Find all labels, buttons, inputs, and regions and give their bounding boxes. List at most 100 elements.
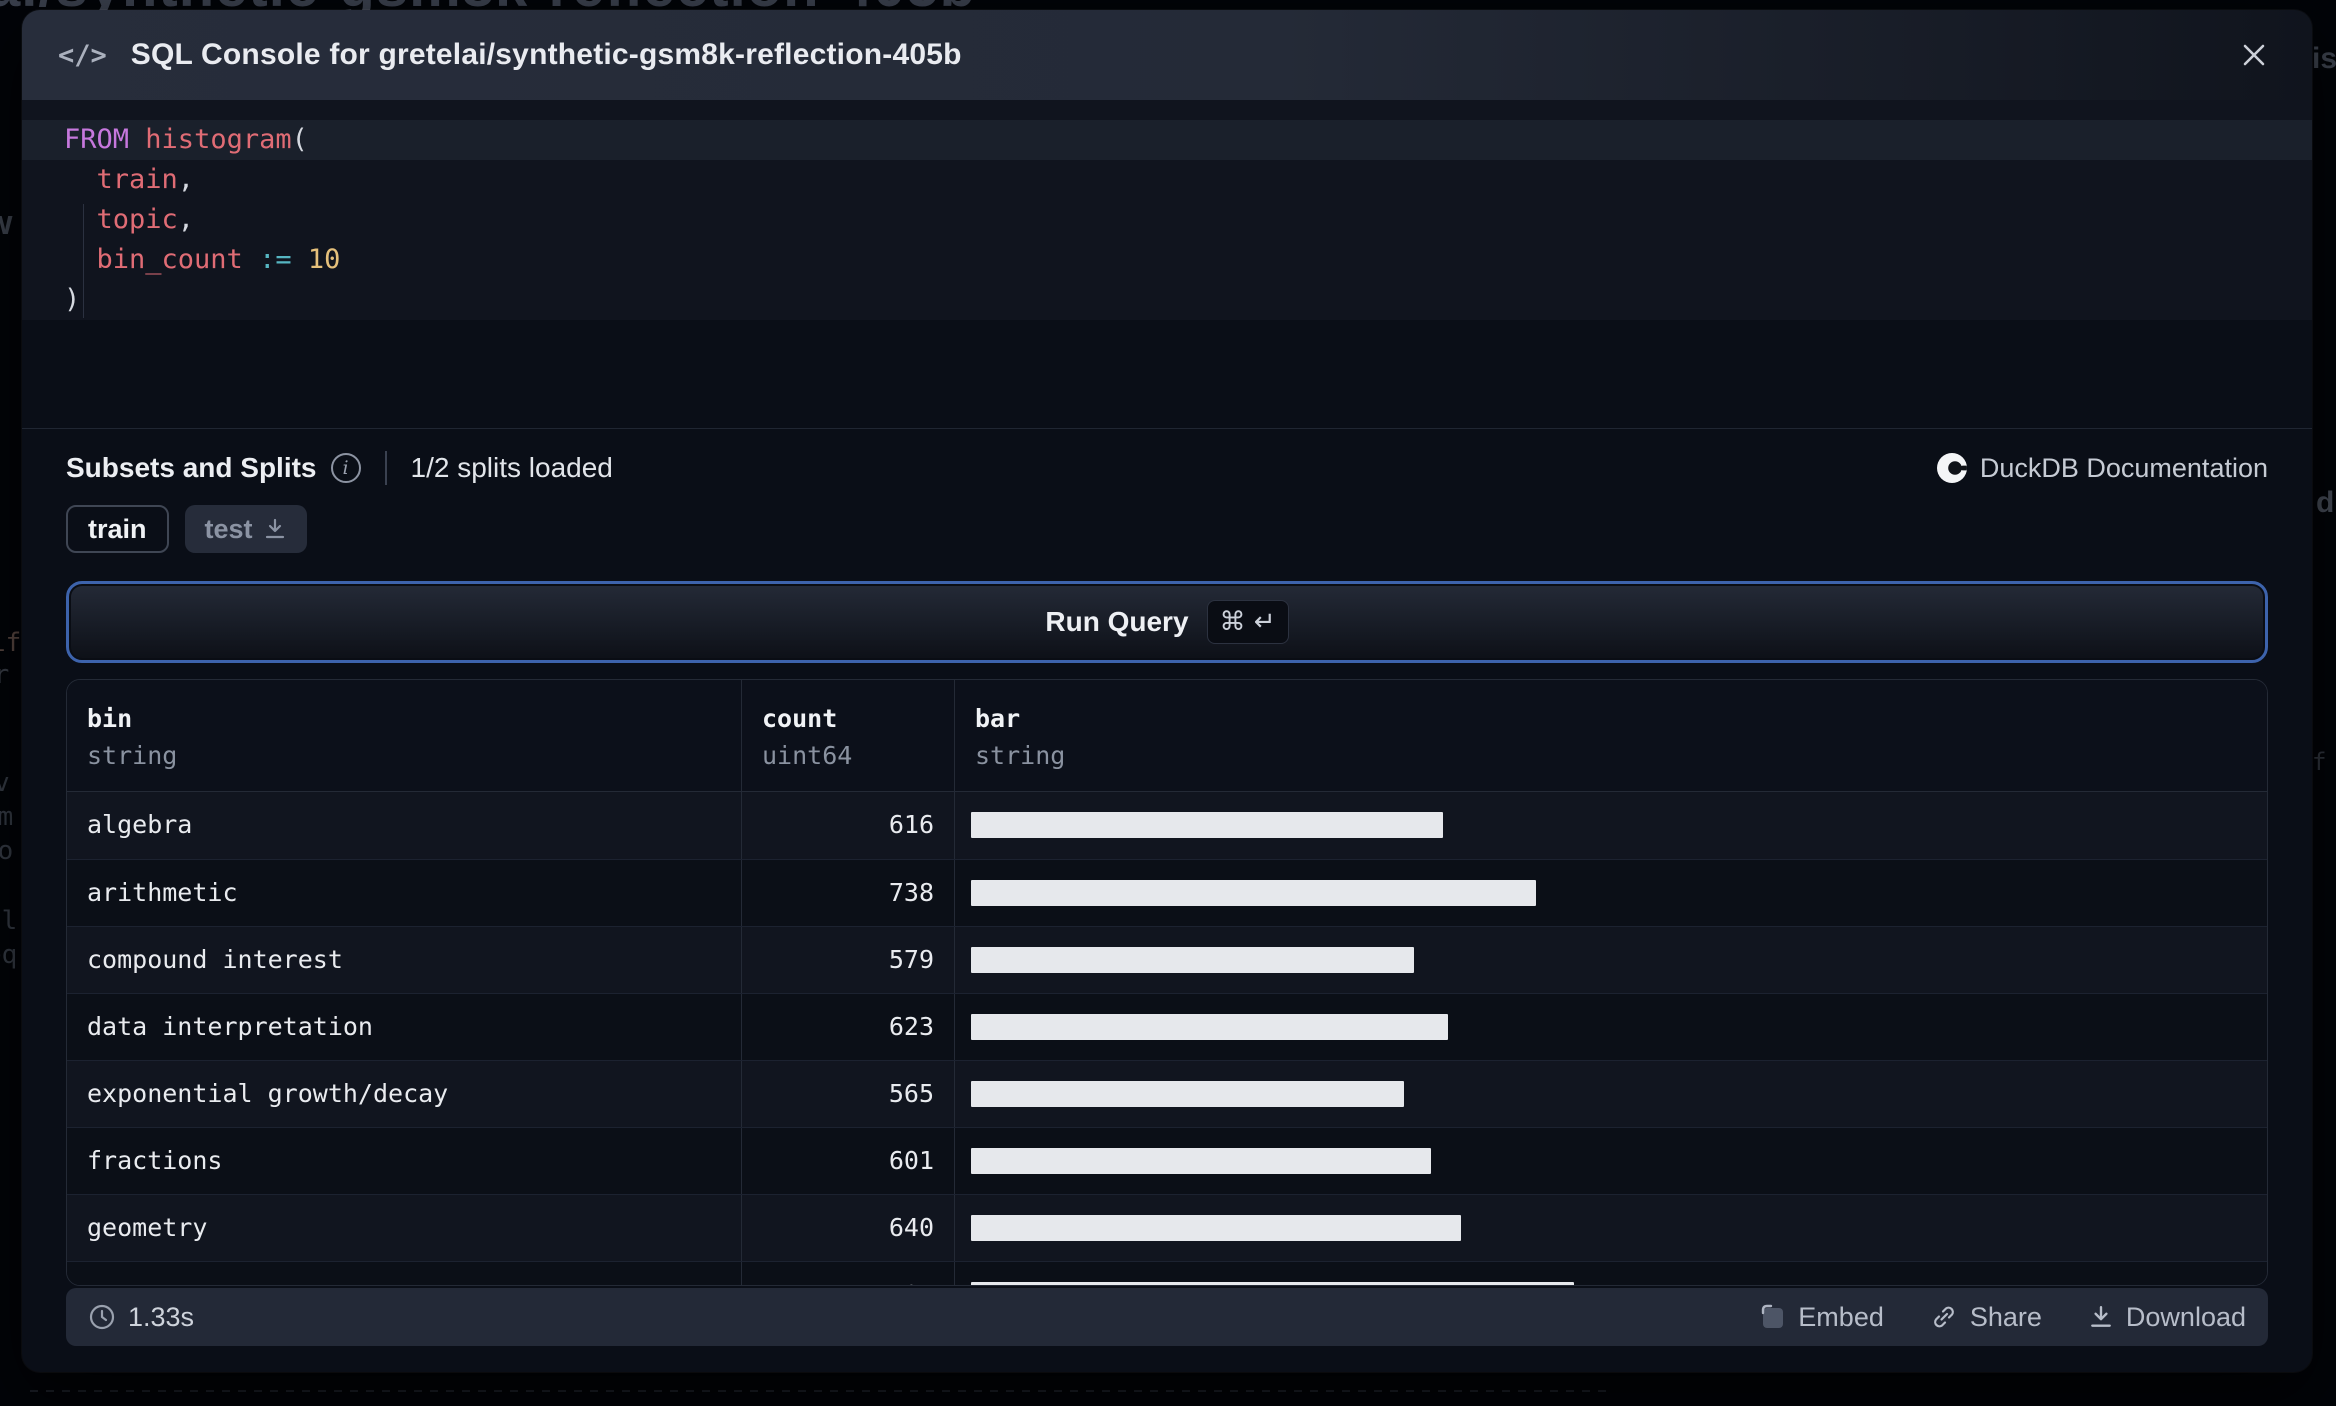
table-row: algebra 616	[67, 792, 2267, 859]
split-pill-train[interactable]: train	[66, 505, 169, 553]
column-name: bar	[975, 704, 1021, 733]
cell-count: 616	[741, 792, 954, 859]
background-text-fragment: tr	[0, 660, 10, 690]
code-token: histogram	[145, 124, 292, 155]
results-footer: 1.33s Embed Share Download	[66, 1288, 2268, 1346]
column-header-bar: bar string	[954, 680, 2267, 791]
code-token: )	[64, 284, 81, 315]
background-dotted-line	[30, 1390, 1610, 1392]
code-token: :=	[259, 244, 292, 275]
cell-count: 565	[741, 1061, 954, 1127]
cell-bar	[954, 792, 2267, 859]
cell-count: 738	[741, 860, 954, 926]
clock-icon	[89, 1304, 115, 1330]
cell-bar	[954, 860, 2267, 926]
keyboard-shortcut-badge: ⌘ ↵	[1206, 600, 1289, 644]
info-icon[interactable]: i	[330, 453, 361, 483]
code-line: topic,	[22, 200, 2312, 240]
table-row-partial: 787	[67, 1261, 2267, 1285]
column-type: uint64	[762, 741, 853, 770]
close-icon	[2243, 44, 2265, 66]
sql-code: FROM histogram( train, topic, bin_count …	[22, 120, 2312, 320]
background-text-fragment: v	[0, 768, 10, 798]
column-name: bin	[87, 704, 133, 733]
split-pills-row: train test	[22, 505, 2312, 553]
split-pill-test[interactable]: test	[184, 505, 307, 553]
cell-count: 640	[741, 1195, 954, 1261]
code-token: ,	[177, 204, 195, 235]
background-text-fragment: w	[0, 206, 12, 240]
code-token: bin_count	[96, 244, 243, 275]
modal-title: SQL Console for gretelai/synthetic-gsm8k…	[130, 38, 962, 71]
duckdb-logo-icon	[1936, 453, 1967, 483]
cell-bin: geometry	[87, 1213, 208, 1242]
code-token: 10	[307, 244, 341, 275]
histogram-bar	[971, 1148, 1431, 1174]
embed-icon	[1762, 1304, 1784, 1328]
results-table[interactable]: bin string count uint64 bar string algeb…	[66, 679, 2268, 1286]
download-icon	[265, 518, 284, 539]
background-text-fragment: f r	[2312, 748, 2327, 776]
cell-bar	[954, 1061, 2267, 1127]
histogram-bar	[971, 947, 1414, 973]
split-pill-train-label: train	[88, 513, 147, 544]
query-duration-value: 1.33s	[128, 1301, 195, 1332]
background-text-fragment: if	[0, 628, 22, 658]
background-text-fragment: d	[2316, 486, 2335, 519]
table-header-row: bin string count uint64 bar string	[67, 680, 2267, 792]
sql-editor[interactable]: FROM histogram( train, topic, bin_count …	[22, 100, 2312, 320]
histogram-bar	[971, 1081, 1404, 1107]
cell-bar	[954, 1128, 2267, 1194]
download-label: Download	[2125, 1301, 2246, 1332]
cell-count: 623	[741, 994, 954, 1060]
share-label: Share	[1969, 1301, 2042, 1332]
indent-guide	[83, 204, 84, 318]
code-token: FROM	[64, 124, 130, 155]
histogram-bar	[971, 812, 1443, 838]
code-line: FROM histogram(	[22, 120, 2312, 160]
background-text-fragment: ul	[0, 906, 18, 936]
download-icon	[2091, 1306, 2111, 1327]
cell-count: 601	[741, 1128, 954, 1194]
cell-bar	[954, 1262, 2267, 1285]
subsets-row: Subsets and Splits i 1/2 splits loaded D…	[22, 445, 2312, 491]
embed-label: Embed	[1798, 1301, 1884, 1332]
histogram-bar	[971, 1282, 1574, 1285]
embed-button[interactable]: Embed	[1760, 1302, 1884, 1333]
table-row: geometry 640	[67, 1194, 2267, 1261]
page-background: ai/synthetic-gsm8k-reflection-405b wiftr…	[0, 0, 2336, 1406]
background-text-fragment: to	[0, 836, 14, 866]
table-row: compound interest 579	[67, 926, 2267, 993]
run-query-button[interactable]: Run Query ⌘ ↵	[66, 581, 2268, 663]
column-type: string	[87, 741, 178, 770]
histogram-bar	[971, 1014, 1448, 1040]
table-row: exponential growth/decay 565	[67, 1060, 2267, 1127]
share-button[interactable]: Share	[1930, 1302, 2042, 1333]
table-row: arithmetic 738	[67, 859, 2267, 926]
background-text-fragment: om	[0, 802, 14, 832]
histogram-bar	[971, 880, 1536, 906]
footer-actions: Embed Share Download	[1760, 1302, 2246, 1333]
download-button[interactable]: Download	[2088, 1302, 2246, 1333]
code-icon: </>	[58, 39, 107, 71]
code-line: )	[22, 280, 2312, 320]
column-header-count: count uint64	[741, 680, 954, 791]
cell-bin: exponential growth/decay	[87, 1079, 449, 1108]
section-divider	[22, 428, 2312, 429]
code-token: ,	[177, 164, 195, 195]
close-button[interactable]	[2232, 33, 2276, 77]
run-query-label: Run Query	[1045, 606, 1189, 637]
code-token: topic	[96, 204, 178, 235]
table-row: data interpretation 623	[67, 993, 2267, 1060]
duckdb-documentation-link[interactable]: DuckDB Documentation	[1936, 452, 2268, 484]
code-token: train	[96, 164, 178, 195]
cell-bar	[954, 994, 2267, 1060]
vertical-separator	[384, 451, 387, 485]
cell-count: 579	[741, 927, 954, 993]
